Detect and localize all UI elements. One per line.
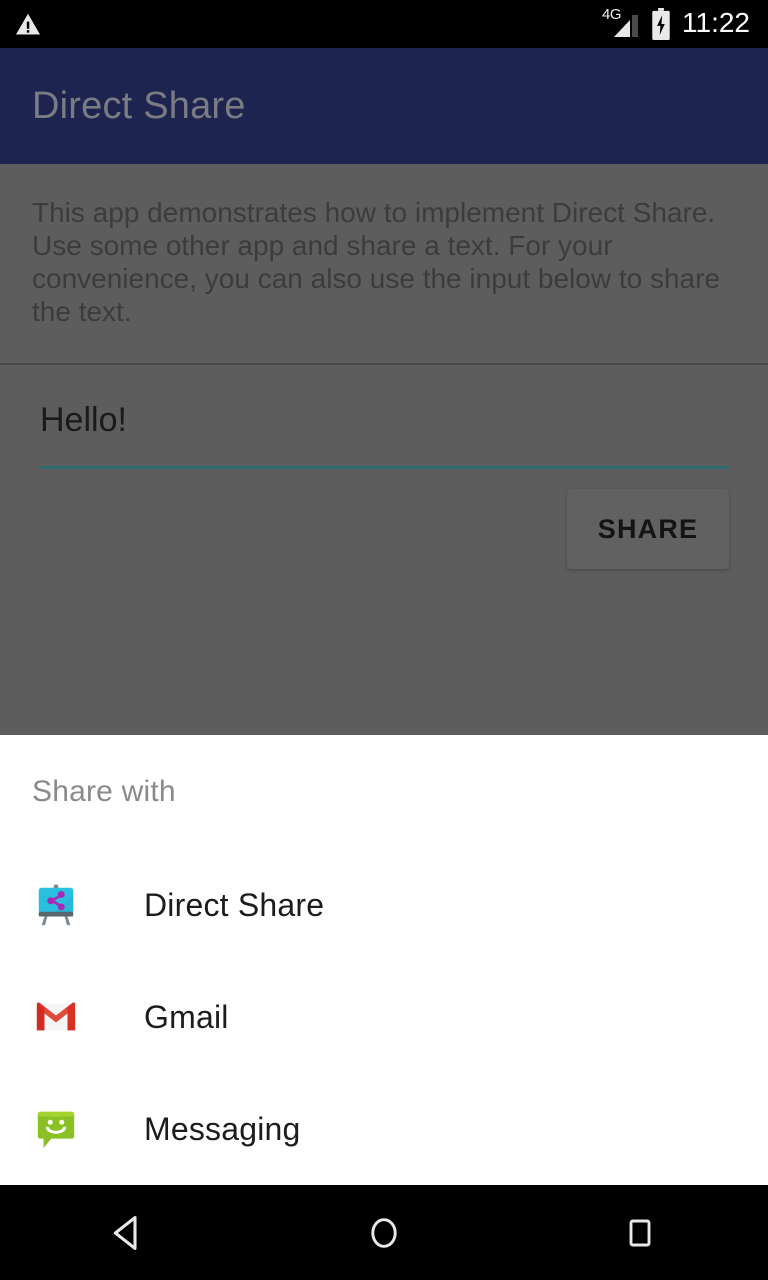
direct-share-app-icon	[33, 882, 79, 928]
list-item[interactable]: Direct Share	[0, 849, 768, 961]
recents-square-icon	[629, 1219, 651, 1246]
status-bar-right: 4G 11:22	[602, 7, 750, 40]
page-title: Direct Share	[32, 84, 246, 127]
list-item[interactable]: Messaging	[0, 1073, 768, 1185]
share-target-list: Direct Share Gmail Messaging	[0, 849, 768, 1185]
text-field-underline	[40, 466, 730, 469]
list-item-label: Messaging	[144, 1110, 301, 1147]
app-description-text: This app demonstrates how to implement D…	[32, 197, 721, 327]
home-circle-icon	[371, 1217, 397, 1248]
recents-button[interactable]	[580, 1185, 700, 1280]
status-bar-left	[14, 10, 42, 38]
share-sheet-title: Share with	[32, 775, 176, 808]
list-item[interactable]: Gmail	[0, 961, 768, 1073]
android-screen: 4G 11:22 Direct Share This app demonstra…	[0, 0, 768, 1280]
warning-triangle-icon	[14, 10, 42, 38]
status-bar: 4G 11:22	[0, 0, 768, 48]
main-content-scrim: This app demonstrates how to implement D…	[0, 164, 768, 735]
share-bottom-sheet: Share with Direct Share Gmail Messaging	[0, 735, 768, 1185]
app-bar: Direct Share	[0, 48, 768, 164]
navigation-bar	[0, 1185, 768, 1280]
content-divider	[0, 363, 768, 365]
share-text-input[interactable]: Hello!	[40, 400, 730, 450]
share-button[interactable]: SHARE	[567, 489, 729, 569]
status-bar-clock: 11:22	[682, 7, 750, 38]
share-button-label: SHARE	[597, 513, 699, 544]
messaging-app-icon	[33, 1106, 79, 1152]
gmail-app-icon	[33, 994, 79, 1040]
back-triangle-icon	[113, 1215, 137, 1250]
signal-bars-icon: 4G	[602, 7, 640, 39]
list-item-label: Direct Share	[144, 886, 325, 923]
home-button[interactable]	[324, 1185, 444, 1280]
back-button[interactable]	[68, 1185, 188, 1280]
list-item-label: Gmail	[144, 998, 229, 1035]
share-text-field-wrapper[interactable]: Hello!	[40, 400, 730, 469]
battery-charging-icon	[650, 8, 672, 40]
